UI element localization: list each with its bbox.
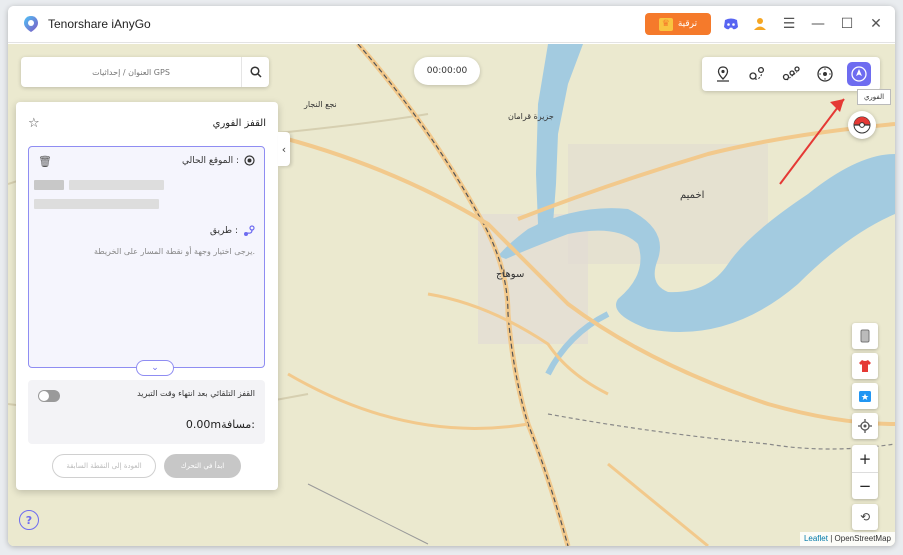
location-target-icon [244, 155, 255, 166]
collapse-panel-button[interactable]: ‹ [278, 132, 290, 166]
current-location-row: الموقع الحالي : [182, 155, 255, 166]
expand-button[interactable]: ⌄ [136, 360, 174, 376]
return-prev-point-button[interactable]: العودة إلى النقطة السابقة [52, 454, 156, 478]
teleport-icon [717, 66, 729, 82]
trash-icon[interactable]: 🗑 [38, 155, 52, 168]
mode-tooltip: الفوري [857, 89, 891, 105]
distance-readout: 0.00mمسافة: [186, 418, 255, 431]
map-attribution: Leaflet | OpenStreetMap [799, 532, 895, 546]
upgrade-button[interactable]: ♛ ترقية [645, 13, 711, 35]
close-icon[interactable]: ✕ [867, 15, 885, 33]
two-spot-icon [749, 66, 765, 80]
search-icon [249, 66, 262, 78]
auto-jump-label: القفز التلقائي بعد انتهاء وقت التبريد [137, 389, 255, 398]
route-card: 🗑 الموقع الحالي : طريق : يرجى اختيار وجه… [28, 146, 265, 376]
two-spot-mode-button[interactable] [745, 62, 769, 86]
map-label-island: جزيرة قرامان [508, 112, 554, 121]
jump-teleport-mode-button[interactable] [847, 62, 871, 86]
history-button[interactable] [852, 353, 878, 379]
coordinates-redacted [34, 180, 64, 190]
discord-icon[interactable] [722, 15, 740, 33]
timer-display: 00:00:00 [414, 57, 480, 85]
app-window: Tenorshare iAnyGo ♛ ترقية ☰ — ☐ ✕ سوهاج … [8, 6, 895, 546]
pokeball-button[interactable] [848, 111, 876, 139]
user-icon[interactable] [751, 15, 769, 33]
address-redacted [34, 199, 159, 209]
coordinates-redacted [69, 180, 164, 190]
joystick-icon [817, 66, 833, 82]
double-chevron-down-icon: ⌄ [151, 363, 159, 373]
zoom-in-button[interactable]: + [852, 445, 878, 472]
pokeball-icon [853, 116, 871, 134]
app-title: Tenorshare iAnyGo [48, 17, 151, 31]
search-input[interactable] [21, 57, 241, 87]
rotate-icon: ⟲ [859, 510, 871, 524]
favorite-star-icon[interactable]: ☆ [28, 116, 40, 131]
leaflet-link[interactable]: Leaflet [804, 534, 828, 543]
reset-rotation-button[interactable]: ⟲ [852, 504, 878, 530]
teleport-mode-button[interactable] [711, 62, 735, 86]
crown-icon: ♛ [658, 17, 673, 31]
map-label-najaa: نجع النجار [304, 100, 337, 109]
route-row: طريق : [210, 225, 255, 237]
start-move-button[interactable]: ابدأ في التحرك [164, 454, 241, 478]
auto-jump-settings: القفز التلقائي بعد انتهاء وقت التبريد 0.… [28, 380, 265, 444]
current-location-label: الموقع الحالي : [182, 155, 239, 166]
joystick-mode-button[interactable] [813, 62, 837, 86]
route-hint: يرجى اختيار وجهة أو نقطة المسار على الخر… [93, 247, 255, 256]
map-label-sohag: سوهاج [496, 269, 525, 280]
auto-jump-toggle[interactable] [38, 390, 60, 402]
menu-icon[interactable]: ☰ [780, 15, 798, 33]
jump-teleport-panel: ☆ القفز الفوري ‹ 🗑 الموقع الحالي : طريق … [16, 102, 290, 490]
crosshair-icon [858, 419, 872, 433]
title-bar: Tenorshare iAnyGo ♛ ترقية ☰ — ☐ ✕ [8, 6, 895, 43]
distance-label: مسافة: [221, 418, 255, 431]
panel-header: ☆ القفز الفوري [16, 102, 278, 144]
help-button[interactable]: ? [19, 510, 39, 530]
search-bar [21, 57, 269, 87]
zoom-controls: + − [852, 445, 878, 499]
favorite-folder-icon [859, 391, 871, 402]
multi-spot-icon [782, 66, 800, 81]
mode-toolbar [702, 57, 880, 91]
map-label-akhmim: اخميم [680, 190, 705, 201]
upgrade-label: ترقية [677, 19, 698, 29]
route-label: طريق : [209, 226, 238, 236]
device-button[interactable] [852, 323, 878, 349]
panel-title: القفز الفوري [212, 117, 266, 129]
map-side-tools [852, 323, 878, 443]
osm-link[interactable]: OpenStreetMap [835, 534, 891, 543]
route-icon [244, 225, 255, 236]
maximize-icon[interactable]: ☐ [838, 15, 856, 33]
app-logo-icon [24, 16, 38, 32]
jump-teleport-icon [851, 66, 867, 82]
favorites-button[interactable] [852, 383, 878, 409]
zoom-out-button[interactable]: − [852, 472, 878, 499]
phone-icon [860, 329, 870, 343]
locate-me-button[interactable] [852, 413, 878, 439]
multi-spot-mode-button[interactable] [779, 62, 803, 86]
search-button[interactable] [241, 57, 269, 87]
minimize-icon[interactable]: — [809, 15, 827, 33]
shirt-icon [859, 360, 871, 372]
distance-value: 0.00m [185, 418, 222, 431]
